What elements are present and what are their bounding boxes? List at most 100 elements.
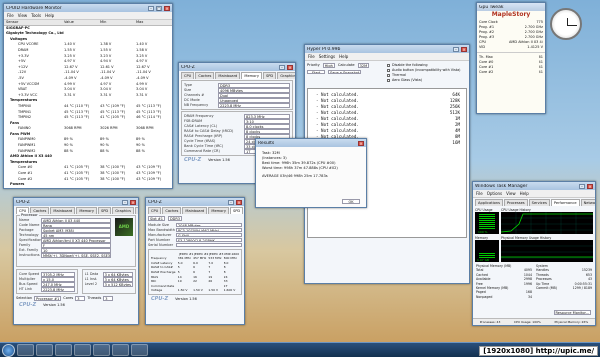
tab-memory[interactable]: Memory <box>241 72 262 79</box>
timing-row: Voltage 1.50 V 1.50 V 1.50 V 1.600 V <box>151 288 239 293</box>
menu-item[interactable]: Help <box>520 191 529 196</box>
start-button[interactable]: Start <box>307 69 325 75</box>
maple-titlebar[interactable]: Gpu Tweak <box>477 3 545 11</box>
menu-item[interactable]: File <box>308 54 315 59</box>
tab-graphics[interactable]: Graphics <box>244 207 245 214</box>
tab-memory[interactable]: Memory <box>208 207 229 214</box>
taskbar-button[interactable] <box>36 344 53 356</box>
tab-caches[interactable]: Caches <box>195 72 215 79</box>
taskbar-button[interactable] <box>112 344 129 356</box>
tab-spd[interactable]: SPD <box>229 207 244 214</box>
field-value: G.Skill <box>176 232 242 238</box>
taskbar-button[interactable] <box>93 344 110 356</box>
hwmon-window[interactable]: CPUID Hardware Monitor - □ × File View Too… <box>3 3 173 189</box>
close-button[interactable]: × <box>461 46 467 52</box>
results-dialog[interactable]: Results × Task: 32M (Instances: 3) Best ti… <box>255 138 367 208</box>
hwmon-tree[interactable]: SIGGRAF-PC Gigabyte Technology Co., Ltd. V… <box>4 25 172 188</box>
col-max[interactable]: Max <box>136 20 172 25</box>
priority-select[interactable]: High <box>322 63 335 68</box>
taskbar-button[interactable] <box>55 344 72 356</box>
maximize-button[interactable]: □ <box>156 5 162 11</box>
table-row[interactable]: Powers <box>4 182 172 188</box>
menu-item[interactable]: View <box>506 191 516 196</box>
hwmon-menu[interactable]: File View Tools Help <box>4 12 172 20</box>
cpuz-tabs[interactable]: CPUCachesMainboardMemorySPDGraphicsAbout <box>146 206 244 214</box>
col-min[interactable]: Min <box>100 20 136 25</box>
results-titlebar[interactable]: Results × <box>256 139 366 147</box>
close-button[interactable]: × <box>164 5 170 11</box>
result-line: AVERAGE 03h/46 998h 25m 17.783s <box>262 174 328 178</box>
tab-mainboard[interactable]: Mainboard <box>215 72 241 79</box>
snapshot-button[interactable]: Save a Snapshot <box>328 69 362 75</box>
tab-cpu[interactable]: CPU <box>181 72 195 79</box>
calc-select[interactable]: 32M <box>357 63 370 68</box>
close-button[interactable]: × <box>130 199 136 205</box>
cpuz-tabs[interactable]: CPUCachesMainboardMemorySPDGraphicsAbout <box>179 71 295 79</box>
tab-mainboard[interactable]: Mainboard <box>182 207 208 214</box>
cpuz-titlebar[interactable]: CPU-Z - × <box>179 63 295 71</box>
hwmon-titlebar[interactable]: CPUID Hardware Monitor - □ × <box>4 4 172 12</box>
menu-item[interactable]: Settings <box>319 54 335 59</box>
cpuz-spd-window[interactable]: CPU-Z - × CPUCachesMainboardMemorySPDGra… <box>145 197 245 325</box>
tab-performance[interactable]: Performance <box>550 199 580 206</box>
menu-item[interactable]: File <box>7 13 14 18</box>
maple-window[interactable]: Gpu Tweak MapleStory Core Clock 775 Prog. … <box>476 2 546 114</box>
slot-select[interactable]: Slot #1 <box>148 216 165 221</box>
taskbar-button[interactable] <box>17 344 34 356</box>
tab-about[interactable]: About <box>135 207 138 214</box>
tab-mainboard[interactable]: Mainboard <box>50 207 76 214</box>
tab-spd[interactable]: SPD <box>97 207 112 214</box>
menu-item[interactable]: File <box>476 191 483 196</box>
ok-button[interactable]: OK <box>342 199 360 204</box>
taskmgr-menu[interactable]: File Options View Help <box>473 190 595 198</box>
tab-services[interactable]: Services <box>528 199 550 206</box>
resource-monitor-button[interactable]: Resource Monitor... <box>553 310 591 315</box>
cpuz-cpu-window[interactable]: CPU-Z - × CPU Caches Mainboard Memory SPD Gra… <box>13 197 139 325</box>
close-button[interactable]: × <box>358 140 364 146</box>
taskbar-button[interactable] <box>131 344 148 356</box>
checkbox[interactable] <box>387 73 390 77</box>
task-manager-window[interactable]: Windows Task Manager - × File Options View… <box>472 181 596 326</box>
menu-item[interactable]: Options <box>487 191 502 196</box>
minimize-button[interactable]: - <box>122 199 128 205</box>
taskmgr-titlebar[interactable]: Windows Task Manager - × <box>473 182 595 190</box>
checkbox[interactable] <box>387 68 390 72</box>
option-checkbox[interactable]: Aero Glass (Vista) <box>387 78 460 83</box>
minimize-button[interactable]: - <box>148 5 154 11</box>
tab-caches[interactable]: Caches <box>162 207 182 214</box>
menu-item[interactable]: Help <box>339 54 348 59</box>
tab-graphics[interactable]: Graphics <box>112 207 135 214</box>
calc-text: Not calculated. <box>321 92 359 98</box>
tab-networking[interactable]: Networking <box>580 199 595 206</box>
start-button[interactable] <box>2 343 15 357</box>
minimize-button[interactable]: - <box>228 199 234 205</box>
checkbox[interactable] <box>387 63 390 67</box>
tab-processes[interactable]: Processes <box>503 199 528 206</box>
processor-select[interactable]: Processor #1 <box>34 296 62 301</box>
col-sensor[interactable]: Sensor <box>4 20 64 25</box>
tab-memory[interactable]: Memory <box>76 207 97 214</box>
minimize-button[interactable]: - <box>279 64 285 70</box>
close-button[interactable]: × <box>236 199 242 205</box>
options-list[interactable]: Disable the following Audio button (incom… <box>387 63 460 83</box>
checkbox[interactable] <box>387 78 390 82</box>
menu-item[interactable]: Tools <box>31 13 41 18</box>
minimize-button[interactable]: - <box>579 183 585 189</box>
minimize-button[interactable]: - <box>453 46 459 52</box>
close-button[interactable]: × <box>587 183 593 189</box>
clock-gadget[interactable] <box>550 8 582 40</box>
tab-cpu[interactable]: CPU <box>148 207 162 214</box>
close-button[interactable]: × <box>287 64 293 70</box>
tab-graphics[interactable]: Graphics <box>277 72 295 79</box>
tab-spd[interactable]: SPD <box>262 72 277 79</box>
hyperpi-menu[interactable]: File Settings Help <box>305 53 469 61</box>
hyperpi-titlebar[interactable]: Hyper PI 0.99b - × <box>305 45 469 53</box>
tab-applications[interactable]: Applications <box>475 199 503 206</box>
taskbar-button[interactable] <box>74 344 91 356</box>
taskmgr-tabs[interactable]: Applications Processes Services Performance… <box>473 198 595 206</box>
menu-item[interactable]: Help <box>45 13 54 18</box>
cpuz-titlebar[interactable]: CPU-Z - × <box>14 198 138 206</box>
col-value[interactable]: Value <box>64 20 100 25</box>
cpuz-titlebar[interactable]: CPU-Z - × <box>146 198 244 206</box>
menu-item[interactable]: View <box>18 13 28 18</box>
